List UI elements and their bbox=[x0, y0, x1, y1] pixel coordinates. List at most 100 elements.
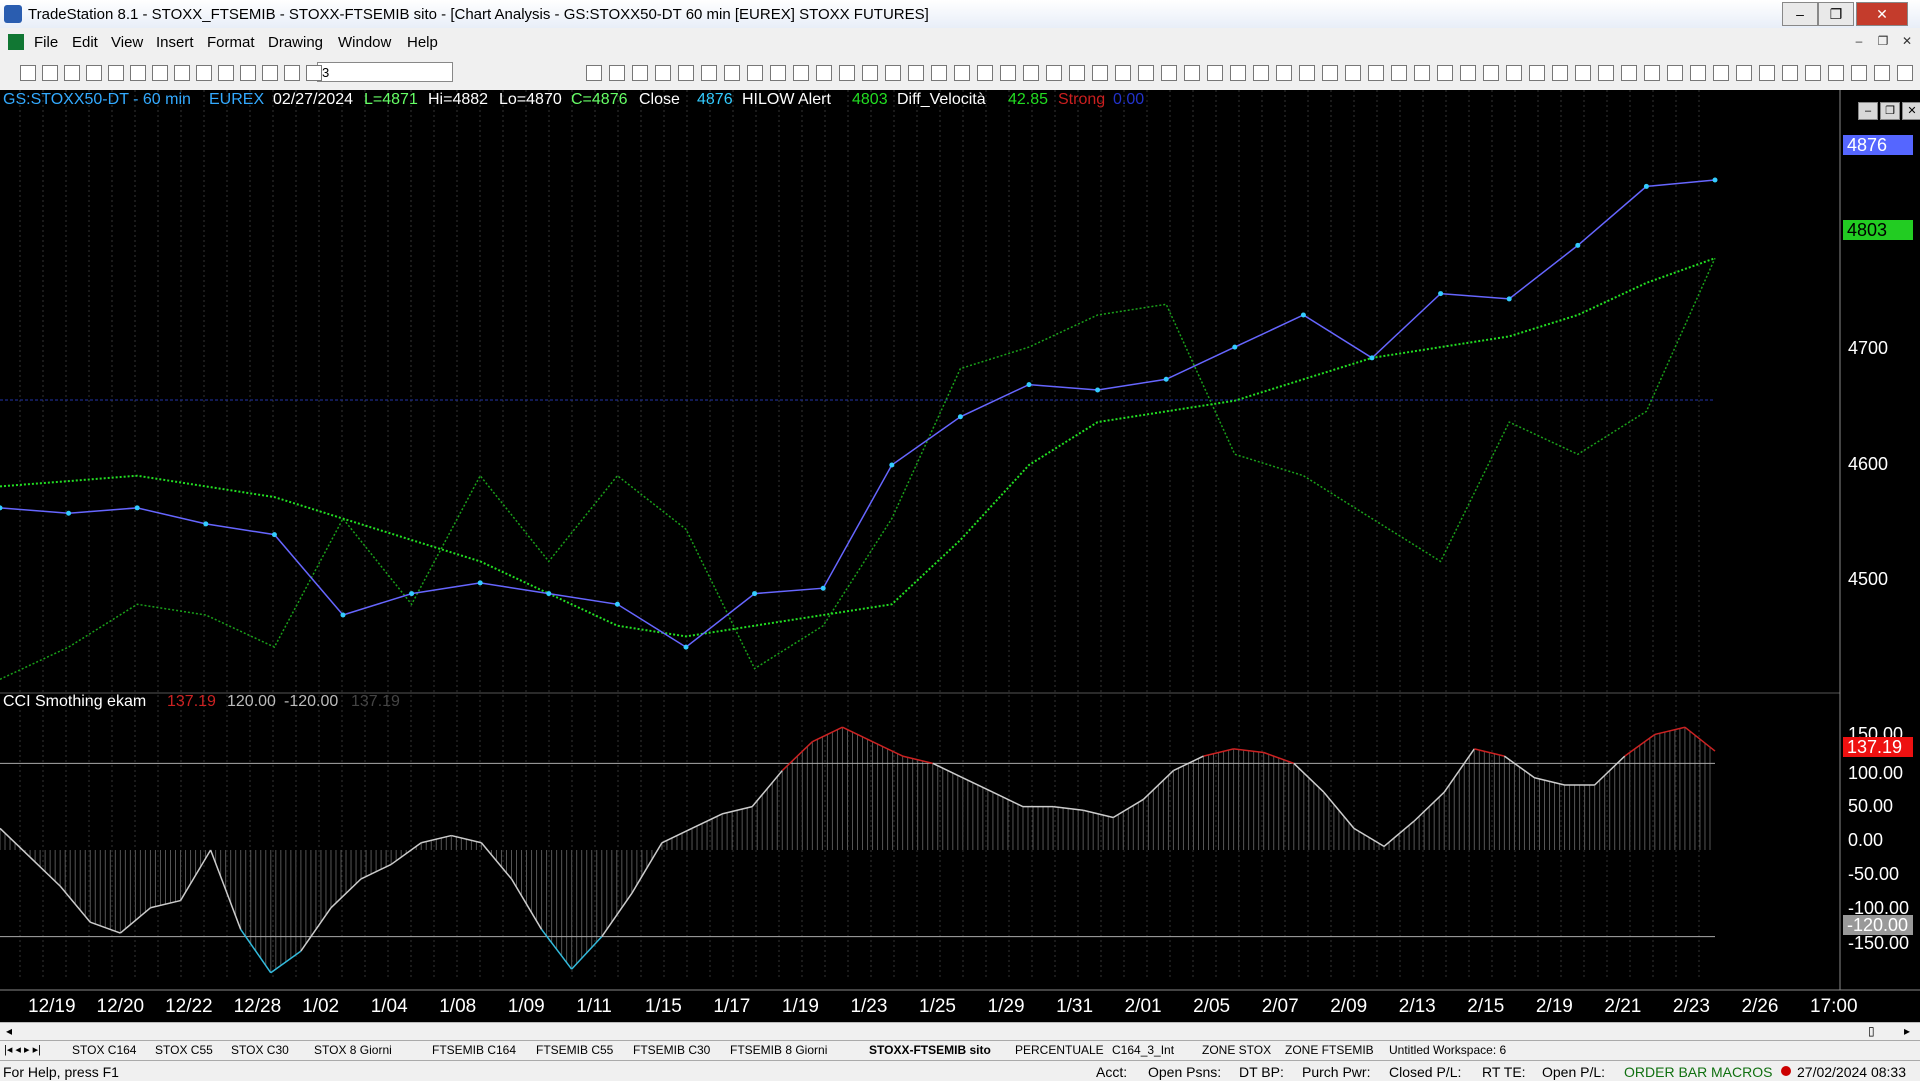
toolbar-tool-icon[interactable] bbox=[655, 65, 671, 81]
chart-close-button[interactable]: ✕ bbox=[1902, 102, 1920, 120]
toolbar-tool-icon[interactable] bbox=[1046, 65, 1062, 81]
workspace-tab[interactable]: FTSEMIB C30 bbox=[633, 1043, 710, 1057]
toolbar-tool-icon[interactable] bbox=[1092, 65, 1108, 81]
chart-canvas[interactable] bbox=[0, 90, 1920, 1022]
toolbar-tool-icon[interactable] bbox=[1644, 65, 1660, 81]
toolbar-tool-icon[interactable] bbox=[20, 65, 36, 81]
menu-help[interactable]: Help bbox=[407, 34, 438, 51]
toolbar-tool-icon[interactable] bbox=[1529, 65, 1545, 81]
mdi-restore-button[interactable]: ❐ bbox=[1874, 34, 1892, 50]
bar-interval-select[interactable]: 3 bbox=[317, 62, 453, 82]
toolbar-tool-icon[interactable] bbox=[1483, 65, 1499, 81]
workspace-tab[interactable]: STOXX-FTSEMIB sito bbox=[869, 1043, 991, 1057]
toolbar-tool-icon[interactable] bbox=[1851, 65, 1867, 81]
workspace-tab[interactable]: PERCENTUALE bbox=[1015, 1043, 1104, 1057]
toolbar-tool-icon[interactable] bbox=[1506, 65, 1522, 81]
toolbar-tool-icon[interactable] bbox=[64, 65, 80, 81]
workspace-tab[interactable]: C164_3_Int bbox=[1112, 1043, 1174, 1057]
toolbar-tool-icon[interactable] bbox=[862, 65, 878, 81]
toolbar-tool-icon[interactable] bbox=[1736, 65, 1752, 81]
toolbar-tool-icon[interactable] bbox=[1575, 65, 1591, 81]
toolbar-tool-icon[interactable] bbox=[306, 65, 322, 81]
toolbar-tool-icon[interactable] bbox=[1322, 65, 1338, 81]
toolbar-tool-icon[interactable] bbox=[1598, 65, 1614, 81]
toolbar-tool-icon[interactable] bbox=[1414, 65, 1430, 81]
menu-format[interactable]: Format bbox=[207, 34, 255, 51]
toolbar-tool-icon[interactable] bbox=[1207, 65, 1223, 81]
menu-drawing[interactable]: Drawing bbox=[268, 34, 323, 51]
restore-button[interactable]: ❐ bbox=[1818, 2, 1854, 26]
workspace-tab[interactable]: Untitled Workspace: 6 bbox=[1389, 1043, 1506, 1057]
toolbar-tool-icon[interactable] bbox=[1552, 65, 1568, 81]
toolbar-tool-icon[interactable] bbox=[1690, 65, 1706, 81]
scroll-right-icon[interactable]: ▸ bbox=[1904, 1024, 1910, 1038]
toolbar-tool-icon[interactable] bbox=[724, 65, 740, 81]
tab-nav-arrows[interactable]: |◂ ◂ ▸ ▸| bbox=[4, 1043, 41, 1056]
toolbar-tool-icon[interactable] bbox=[1667, 65, 1683, 81]
toolbar-tool-icon[interactable] bbox=[1368, 65, 1384, 81]
toolbar-tool-icon[interactable] bbox=[262, 65, 278, 81]
toolbar-tool-icon[interactable] bbox=[1713, 65, 1729, 81]
toolbar-tool-icon[interactable] bbox=[1782, 65, 1798, 81]
toolbar-tool-icon[interactable] bbox=[1276, 65, 1292, 81]
toolbar-tool-icon[interactable] bbox=[1115, 65, 1131, 81]
toolbar-tool-icon[interactable] bbox=[130, 65, 146, 81]
close-button[interactable]: ✕ bbox=[1856, 2, 1908, 26]
toolbar-tool-icon[interactable] bbox=[1230, 65, 1246, 81]
toolbar-tool-icon[interactable] bbox=[1023, 65, 1039, 81]
toolbar-tool-icon[interactable] bbox=[1391, 65, 1407, 81]
toolbar-tool-icon[interactable] bbox=[42, 65, 58, 81]
workspace-tab[interactable]: FTSEMIB C164 bbox=[432, 1043, 516, 1057]
toolbar-tool-icon[interactable] bbox=[885, 65, 901, 81]
workspace-tab[interactable]: STOX 8 Giorni bbox=[314, 1043, 392, 1057]
menu-file[interactable]: File bbox=[34, 34, 58, 51]
toolbar-tool-icon[interactable] bbox=[1897, 65, 1913, 81]
toolbar-tool-icon[interactable] bbox=[816, 65, 832, 81]
macros-toggle[interactable]: MACROS bbox=[1711, 1064, 1772, 1080]
workspace-tab[interactable]: FTSEMIB C55 bbox=[536, 1043, 613, 1057]
workspace-tab[interactable]: FTSEMIB 8 Giorni bbox=[730, 1043, 827, 1057]
toolbar-tool-icon[interactable] bbox=[1874, 65, 1890, 81]
toolbar-tool-icon[interactable] bbox=[1437, 65, 1453, 81]
chart-window[interactable]: GS:STOXX50-DT - 60 min EUREX 02/27/2024 … bbox=[0, 90, 1920, 1022]
toolbar-tool-icon[interactable] bbox=[240, 65, 256, 81]
toolbar-tool-icon[interactable] bbox=[701, 65, 717, 81]
workspace-tab[interactable]: ZONE FTSEMIB bbox=[1285, 1043, 1374, 1057]
toolbar-tool-icon[interactable] bbox=[977, 65, 993, 81]
mdi-minimize-button[interactable]: – bbox=[1850, 34, 1868, 50]
workspace-tab[interactable]: STOX C30 bbox=[231, 1043, 289, 1057]
toolbar-tool-icon[interactable] bbox=[218, 65, 234, 81]
toolbar-tool-icon[interactable] bbox=[931, 65, 947, 81]
toolbar-tool-icon[interactable] bbox=[1000, 65, 1016, 81]
toolbar-tool-icon[interactable] bbox=[1161, 65, 1177, 81]
toolbar-tool-icon[interactable] bbox=[284, 65, 300, 81]
toolbar-tool-icon[interactable] bbox=[839, 65, 855, 81]
toolbar-tool-icon[interactable] bbox=[586, 65, 602, 81]
workspace-tab[interactable]: STOX C164 bbox=[72, 1043, 136, 1057]
toolbar-tool-icon[interactable] bbox=[1138, 65, 1154, 81]
toolbar-tool-icon[interactable] bbox=[196, 65, 212, 81]
horizontal-scrollbar[interactable]: ◂ ▯ ▸ bbox=[0, 1022, 1920, 1041]
scroll-thumb[interactable]: ▯ bbox=[1868, 1024, 1875, 1038]
toolbar-tool-icon[interactable] bbox=[1345, 65, 1361, 81]
toolbar-tool-icon[interactable] bbox=[747, 65, 763, 81]
toolbar-tool-icon[interactable] bbox=[1759, 65, 1775, 81]
mdi-close-button[interactable]: ✕ bbox=[1898, 34, 1916, 50]
minimize-button[interactable]: – bbox=[1782, 2, 1818, 26]
toolbar-tool-icon[interactable] bbox=[632, 65, 648, 81]
toolbar-tool-icon[interactable] bbox=[1253, 65, 1269, 81]
toolbar-tool-icon[interactable] bbox=[152, 65, 168, 81]
menu-view[interactable]: View bbox=[111, 34, 143, 51]
menu-window[interactable]: Window bbox=[338, 34, 391, 51]
toolbar-tool-icon[interactable] bbox=[1621, 65, 1637, 81]
menu-insert[interactable]: Insert bbox=[156, 34, 194, 51]
workspace-tab[interactable]: STOX C55 bbox=[155, 1043, 213, 1057]
toolbar-tool-icon[interactable] bbox=[954, 65, 970, 81]
workspace-tab[interactable]: ZONE STOX bbox=[1202, 1043, 1271, 1057]
toolbar-tool-icon[interactable] bbox=[86, 65, 102, 81]
toolbar-tool-icon[interactable] bbox=[1805, 65, 1821, 81]
scroll-left-icon[interactable]: ◂ bbox=[6, 1024, 12, 1038]
menu-edit[interactable]: Edit bbox=[72, 34, 98, 51]
order-bar-toggle[interactable]: ORDER BAR bbox=[1624, 1064, 1707, 1080]
chart-minimize-button[interactable]: – bbox=[1858, 102, 1878, 120]
